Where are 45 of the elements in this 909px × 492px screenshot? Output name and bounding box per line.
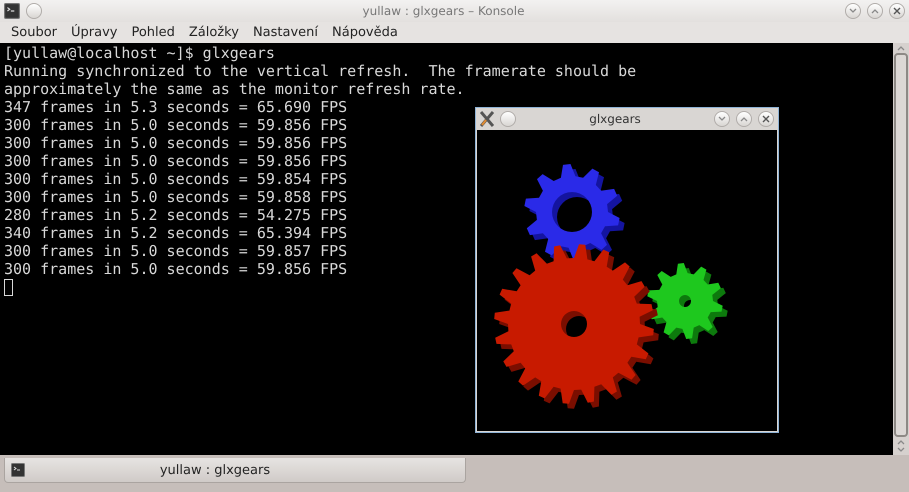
chevron-down-icon[interactable] — [849, 8, 857, 14]
pin-button[interactable] — [500, 111, 516, 127]
terminal-line: 280 frames in 5.2 seconds = 54.275 FPS — [4, 206, 348, 224]
terminal-line: 347 frames in 5.3 seconds = 65.690 FPS — [4, 98, 348, 116]
close-icon — [762, 115, 770, 123]
terminal-line: 300 frames in 5.0 seconds = 59.854 FPS — [4, 170, 348, 188]
menu-item[interactable]: Záložky — [182, 25, 246, 40]
terminal-line: 300 frames in 5.0 seconds = 59.856 FPS — [4, 134, 348, 152]
close-button[interactable] — [889, 3, 905, 19]
terminal-line: 300 frames in 5.0 seconds = 59.856 FPS — [4, 260, 348, 278]
menu-item[interactable]: Nastavení — [246, 25, 326, 40]
maximize-button[interactable] — [736, 111, 752, 127]
terminal-line: 340 frames in 5.2 seconds = 65.394 FPS — [4, 224, 348, 242]
scrollbar[interactable] — [893, 43, 909, 455]
scrollbar-thumb[interactable] — [894, 53, 908, 437]
chevron-up-icon[interactable] — [740, 116, 748, 122]
maximize-button[interactable] — [867, 3, 883, 19]
minimize-button[interactable] — [845, 3, 861, 19]
menu-item[interactable]: Soubor — [4, 25, 64, 40]
terminal-icon — [11, 463, 25, 477]
scroll-down-icon[interactable] — [897, 447, 905, 453]
terminal-line: approximately the same as the monitor refresh rate. — [4, 80, 465, 98]
terminal-line: 300 frames in 5.0 seconds = 59.856 FPS — [4, 116, 348, 134]
close-icon — [893, 7, 901, 15]
terminal-line: Running synchronized to the vertical refresh. The framerate should be — [4, 62, 636, 80]
close-button[interactable] — [758, 111, 774, 127]
scroll-up-icon[interactable] — [897, 45, 905, 51]
menu-item[interactable]: Nápověda — [325, 25, 405, 40]
menu-item[interactable]: Pohled — [124, 25, 182, 40]
terminal-line: 300 frames in 5.0 seconds = 59.856 FPS — [4, 152, 348, 170]
pin-button[interactable] — [26, 3, 42, 19]
terminal-line: [yullaw@localhost ~]$ glxgears — [4, 44, 275, 62]
menu-item[interactable]: Úpravy — [64, 25, 124, 40]
scroll-up-icon[interactable] — [897, 439, 905, 445]
x-logo-icon — [480, 111, 494, 127]
tab[interactable]: yullaw : glxgears — [4, 458, 466, 483]
window-title: glxgears — [588, 112, 642, 126]
terminal-line: 300 frames in 5.0 seconds = 59.857 FPS — [4, 242, 348, 260]
minimize-button[interactable] — [714, 111, 730, 127]
terminal-icon — [4, 3, 20, 19]
terminal-line: 300 frames in 5.0 seconds = 59.858 FPS — [4, 188, 348, 206]
text-cursor — [4, 279, 13, 296]
window-title: yullaw : glxgears – Konsole — [362, 4, 526, 18]
chevron-up-icon[interactable] — [871, 8, 879, 14]
chevron-down-icon[interactable] — [718, 116, 726, 122]
